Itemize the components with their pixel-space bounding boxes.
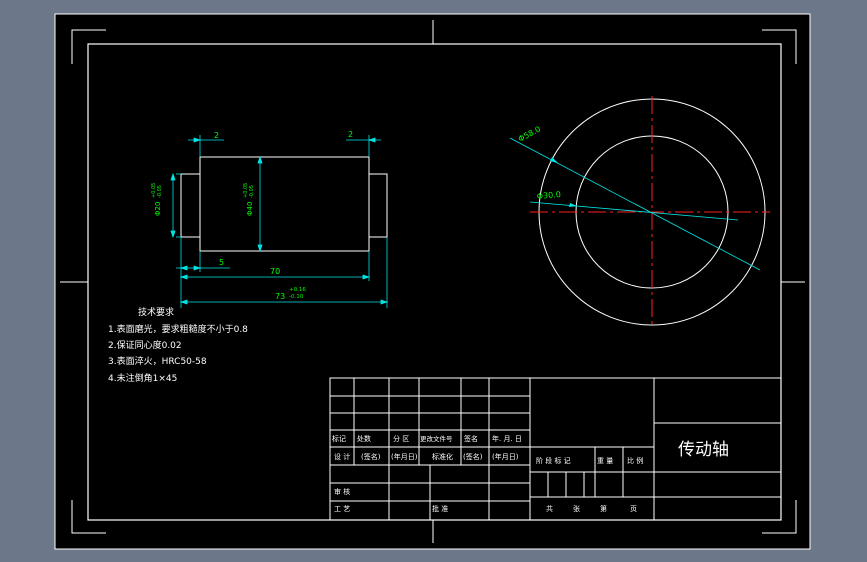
title-block-label: 设 计 <box>334 452 350 461</box>
drawing-sheet <box>54 13 811 550</box>
note-item: 3.表面淬火，HRC50-58 <box>108 355 207 367</box>
title-block-label: (年月日) <box>492 452 519 461</box>
title-block-label: 第 <box>600 504 607 513</box>
dim-body-length: 70 <box>270 267 280 276</box>
title-block-label: 分 区 <box>393 434 409 443</box>
dim-left-step: 2 <box>214 131 219 140</box>
dim-end-dia-tol-lower: -0.05 <box>157 185 163 198</box>
note-item: 1.表面磨光，要求粗糙度不小于0.8 <box>108 323 248 335</box>
title-block-label: 重 量 <box>597 457 613 465</box>
title-block-label: 阶 段 标 记 <box>536 456 571 465</box>
title-block-label: 工 艺 <box>334 505 350 513</box>
title-block-label: 共 <box>546 504 553 513</box>
dim-overall-length: 73 <box>275 292 285 301</box>
cad-drawing-canvas: 2 2 5 70 73 +0.16 -0.10 Φ20 +0.05 -0.05 … <box>54 13 811 550</box>
title-block-label: 批 准 <box>432 504 448 513</box>
notes-title: 技术要求 <box>138 306 174 318</box>
title-block-label: 签名 <box>464 434 478 443</box>
title-block-label: 比 例 <box>627 456 643 465</box>
title-block-label: (签名) <box>463 452 483 461</box>
title-block-label: 张 <box>573 504 580 513</box>
title-block-label: 处数 <box>357 434 371 443</box>
dim-right-step: 2 <box>348 130 353 139</box>
dim-end-dia: Φ20 <box>154 202 162 216</box>
dim-body-dia: Φ40 <box>246 202 254 216</box>
title-block-label: 页 <box>630 505 637 513</box>
part-name: 传动轴 <box>678 440 729 460</box>
title-block-label: 审 核 <box>334 487 350 496</box>
dim-shoulder: 5 <box>219 258 224 267</box>
dim-overall-tol-upper: +0.16 <box>289 287 306 293</box>
title-block-label: (年月日) <box>391 452 418 461</box>
note-item: 2.保证同心度0.02 <box>108 339 182 351</box>
dim-body-dia-tol-lower: -0.05 <box>249 185 255 198</box>
title-block-label: 年. 月. 日 <box>492 434 522 443</box>
title-block-label: 更改文件号 <box>420 434 453 443</box>
title-block-label: 标记 <box>332 434 346 443</box>
title-block-label: 标准化 <box>432 452 453 461</box>
title-block-label: (签名) <box>361 452 381 461</box>
note-item: 4.未注倒角1×45 <box>108 372 177 384</box>
dim-overall-tol-lower: -0.10 <box>289 294 304 300</box>
